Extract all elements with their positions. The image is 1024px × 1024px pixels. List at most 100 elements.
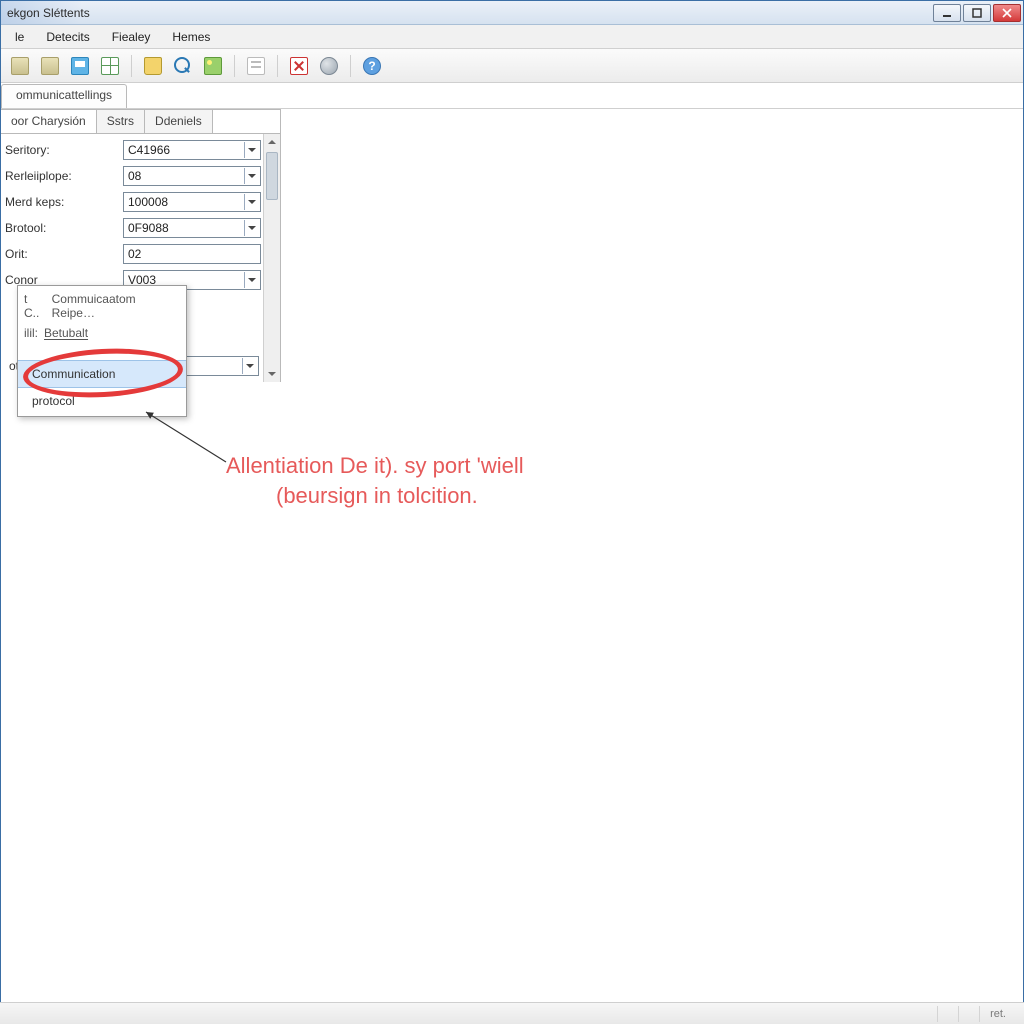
- context-menu-row: ilil: Betubalt: [18, 322, 186, 342]
- chevron-down-icon: [244, 272, 258, 288]
- list-icon: [247, 57, 265, 75]
- close-icon: [1002, 8, 1012, 18]
- toolbar-separator: [277, 55, 278, 77]
- scroll-down-icon[interactable]: [264, 366, 280, 382]
- form-row: Merd keps: 100008: [5, 190, 261, 214]
- toolbar-separator: [350, 55, 351, 77]
- menu-item-detecits[interactable]: Detecits: [36, 28, 99, 46]
- document-icon: [11, 57, 29, 75]
- field-value: 02: [128, 247, 141, 261]
- menu-label: Fiealey: [112, 30, 151, 44]
- context-menu-row-left: ilil:: [24, 326, 38, 340]
- field-value: 0F9088: [128, 221, 169, 235]
- close-button[interactable]: [993, 4, 1021, 22]
- field-label-orit: Orit:: [5, 247, 123, 261]
- help-icon: ?: [363, 57, 381, 75]
- tab-communication-settings[interactable]: ommunicattellings: [1, 84, 127, 108]
- panel-tab-label: oor Charysión: [11, 114, 86, 128]
- form-row: Rerleiiplope: 08: [5, 164, 261, 188]
- scroll-thumb[interactable]: [266, 152, 278, 200]
- status-block: [937, 1006, 958, 1022]
- menu-label: Hemes: [172, 30, 210, 44]
- context-menu-item-label: Communication: [32, 367, 115, 381]
- menu-item-fiealey[interactable]: Fiealey: [102, 28, 161, 46]
- field-seritory[interactable]: C41966: [123, 140, 261, 160]
- field-rerleiiplope[interactable]: 08: [123, 166, 261, 186]
- field-label-merdkeps: Merd keps:: [5, 195, 123, 209]
- toolbar-new-button[interactable]: [7, 53, 33, 79]
- panel-tabs: oor Charysión Sstrs Ddeniels: [1, 110, 280, 134]
- titlebar: ekgon Sléttents: [1, 1, 1023, 25]
- status-block: [958, 1006, 979, 1022]
- maximize-icon: [972, 8, 982, 18]
- menu-label: le: [15, 30, 24, 44]
- context-menu-header-left: t C..: [24, 292, 46, 320]
- menu-item-hemes[interactable]: Hemes: [162, 28, 220, 46]
- field-merdkeps[interactable]: 100008: [123, 192, 261, 212]
- annotation-text: Allentiation De it). sy port 'wiell (beu…: [226, 451, 524, 510]
- zoom-icon: [174, 57, 192, 75]
- stop-icon: [290, 57, 308, 75]
- toolbar-separator: [234, 55, 235, 77]
- panel-tab-charysion[interactable]: oor Charysión: [1, 110, 97, 133]
- context-menu-item-communication[interactable]: Communication: [18, 360, 186, 388]
- field-value: 100008: [128, 195, 168, 209]
- toolbar-folder-button[interactable]: [140, 53, 166, 79]
- field-label-rerleiiplope: Rerleiiplope:: [5, 169, 123, 183]
- context-menu-header: t C.. Commuicaatom Reipe…: [18, 288, 186, 322]
- annotation-text-line2: (beursign in tolcition.: [226, 481, 524, 511]
- toolbar-grid-button[interactable]: [97, 53, 123, 79]
- panel-tab-label: Sstrs: [107, 114, 134, 128]
- toolbar-globe-button[interactable]: [316, 53, 342, 79]
- window-title: ekgon Sléttents: [7, 6, 90, 20]
- panel-tab-ddeniels[interactable]: Ddeniels: [145, 110, 213, 133]
- document-tabs: ommunicattellings: [1, 83, 1023, 109]
- toolbar-help-button[interactable]: ?: [359, 53, 385, 79]
- field-label-seritory: Seritory:: [5, 143, 123, 157]
- form-row: Seritory: C41966: [5, 138, 261, 162]
- status-text: ret.: [990, 1008, 1006, 1020]
- chevron-down-icon: [244, 168, 258, 184]
- toolbar-list-button[interactable]: [243, 53, 269, 79]
- chevron-down-icon: [244, 220, 258, 236]
- form-row: Brotool: 0F9088: [5, 216, 261, 240]
- toolbar-zoom-button[interactable]: [170, 53, 196, 79]
- field-value: 08: [128, 169, 141, 183]
- toolbar-separator: [131, 55, 132, 77]
- menubar: le Detecits Fiealey Hemes: [1, 25, 1023, 49]
- statusbar: ret.: [0, 1002, 1024, 1024]
- folder-icon: [144, 57, 162, 75]
- minimize-icon: [942, 8, 952, 18]
- context-menu-item-label: protocol: [32, 394, 75, 408]
- chevron-down-icon: [244, 194, 258, 210]
- context-menu-header-right: Commuicaatom Reipe…: [52, 292, 180, 320]
- toolbar-image-button[interactable]: [200, 53, 226, 79]
- field-brotool[interactable]: 0F9088: [123, 218, 261, 238]
- annotation-text-line1: Allentiation De it). sy port 'wiell: [226, 451, 524, 481]
- window-controls: [931, 2, 1023, 24]
- field-orit[interactable]: 02: [123, 244, 261, 264]
- panel-tab-sstrs[interactable]: Sstrs: [97, 110, 145, 133]
- content-area: oor Charysión Sstrs Ddeniels Seritory: C…: [1, 109, 1023, 1023]
- field-label-brotool: Brotool:: [5, 221, 123, 235]
- chevron-down-icon: [242, 358, 256, 374]
- context-menu-row-right: Betubalt: [44, 326, 88, 340]
- minimize-button[interactable]: [933, 4, 961, 22]
- save-icon: [71, 57, 89, 75]
- context-menu-item-protocol[interactable]: protocol: [18, 388, 186, 414]
- form-row: Orit: 02: [5, 242, 261, 266]
- panel-tab-label: Ddeniels: [155, 114, 202, 128]
- scroll-up-icon[interactable]: [264, 134, 280, 150]
- toolbar-stop-button[interactable]: [286, 53, 312, 79]
- image-icon: [204, 57, 222, 75]
- menu-label: Detecits: [46, 30, 89, 44]
- toolbar-save-button[interactable]: [67, 53, 93, 79]
- status-right: ret.: [979, 1006, 1016, 1022]
- maximize-button[interactable]: [963, 4, 991, 22]
- panel-scrollbar[interactable]: [263, 134, 280, 382]
- menu-item-file[interactable]: le: [5, 28, 34, 46]
- context-menu: t C.. Commuicaatom Reipe… ilil: Betubalt…: [17, 285, 187, 417]
- grid-icon: [101, 57, 119, 75]
- toolbar-open-button[interactable]: [37, 53, 63, 79]
- tab-label: ommunicattellings: [16, 88, 112, 102]
